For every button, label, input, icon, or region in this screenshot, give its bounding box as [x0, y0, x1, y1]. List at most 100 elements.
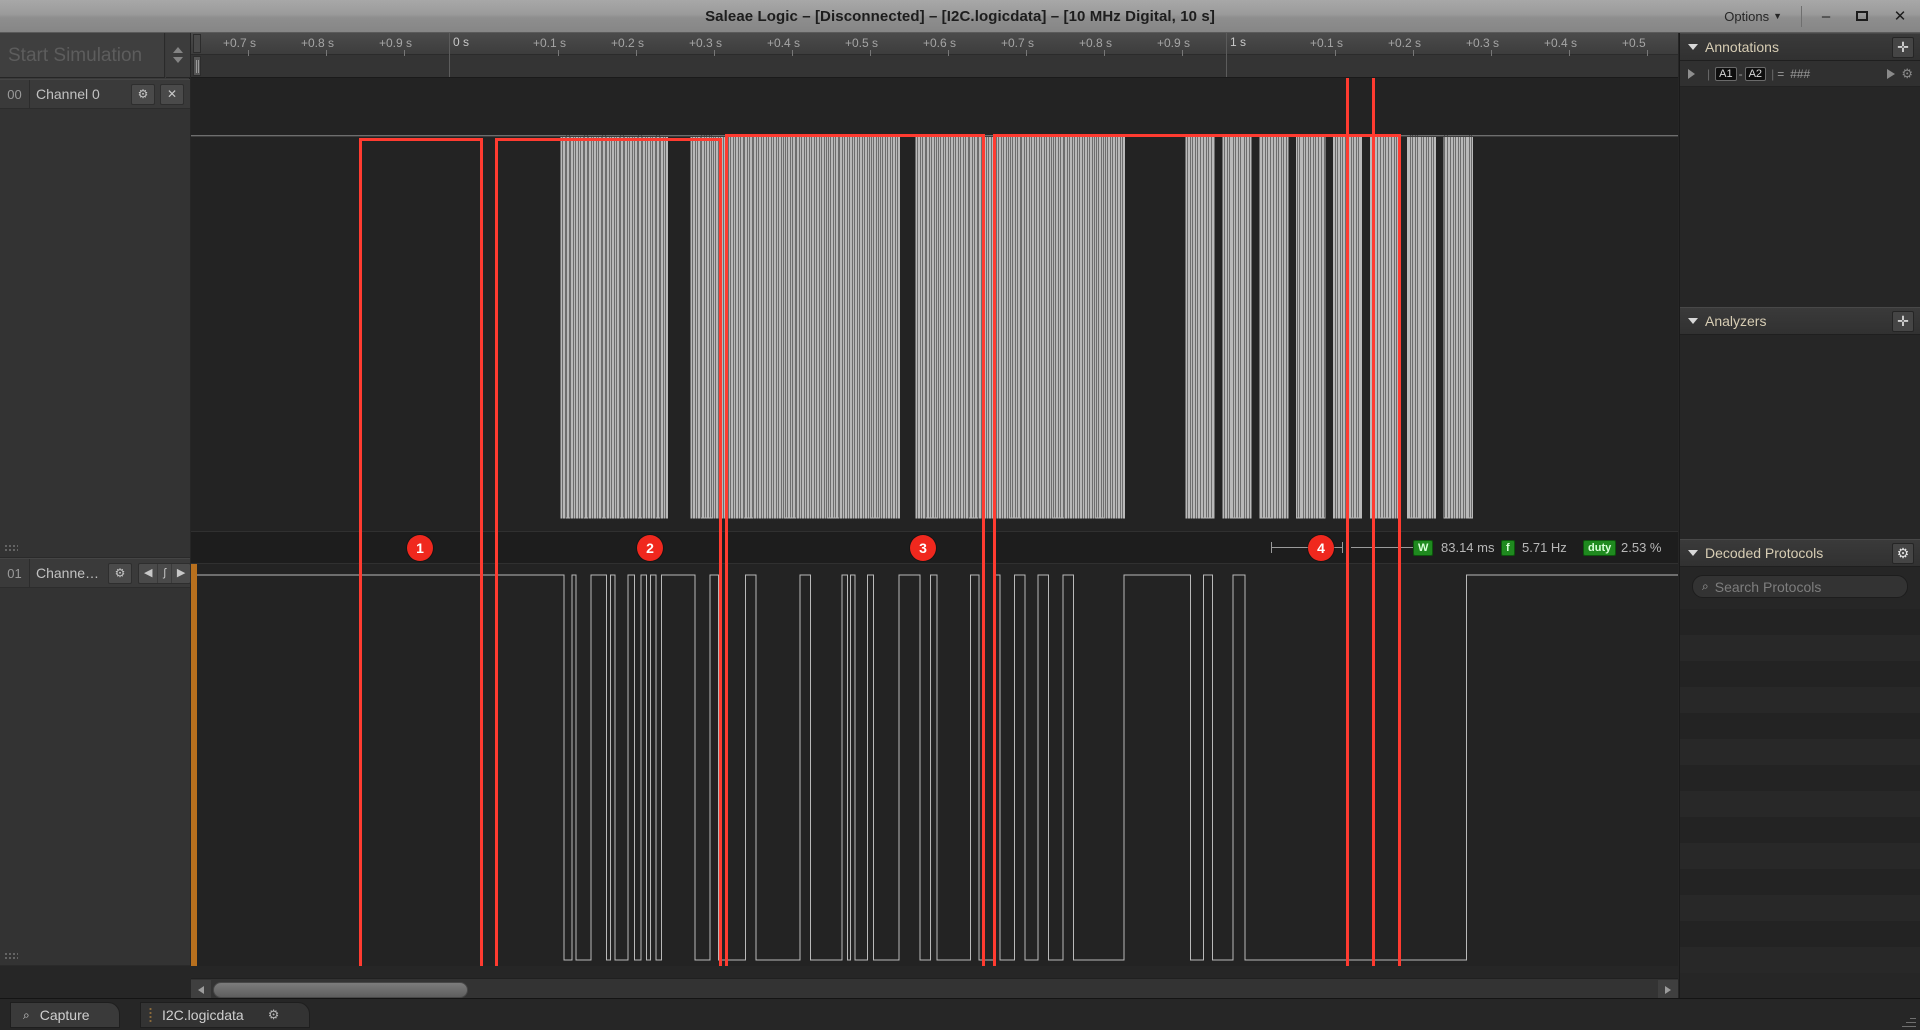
annotation-badge-1[interactable]: 1 — [407, 535, 433, 561]
options-label: Options — [1724, 9, 1770, 24]
channel-0-resize-grip[interactable] — [4, 544, 18, 553]
pipe-separator: | — [1707, 66, 1711, 81]
annotation-measure-row[interactable]: | A1 - A2 | = ### ⚙ — [1680, 61, 1920, 87]
channel-1-trigger-group[interactable]: ◀ ʃ ▶ — [138, 563, 192, 584]
ruler-zoom-handle[interactable] — [193, 56, 201, 76]
protocol-row[interactable] — [1680, 921, 1920, 947]
major-tick — [449, 33, 450, 77]
file-tab-label: I2C.logicdata — [162, 1007, 244, 1023]
horizontal-scrollbar[interactable] — [191, 978, 1678, 1000]
options-menu-button[interactable]: Options ▼ — [1716, 4, 1790, 29]
tab-file[interactable]: I2C.logicdata ⚙ — [140, 1002, 310, 1028]
decoded-protocols-gear-icon[interactable]: ⚙ — [1892, 543, 1914, 564]
scroll-left-arrow-icon[interactable] — [191, 980, 211, 1000]
add-analyzer-button[interactable]: ✛ — [1892, 311, 1914, 332]
scroll-right-arrow-icon[interactable] — [1658, 980, 1678, 1000]
minor-tick — [714, 50, 715, 56]
annotation-badge-4[interactable]: 4 — [1308, 535, 1334, 561]
minor-tick — [1647, 50, 1648, 56]
channel-row-0[interactable]: 00 Channel 0 ⚙ ✕ — [0, 79, 190, 109]
minor-label: +0.6 s — [923, 36, 957, 50]
channel-row-1[interactable]: 01 Channe… ⚙ ◀ ʃ ▶ — [0, 558, 192, 588]
protocol-row[interactable] — [1680, 609, 1920, 635]
annotations-gear-icon[interactable]: ⚙ — [1901, 66, 1913, 82]
waveform-svg — [191, 135, 1678, 961]
titlebar-divider — [1801, 6, 1802, 27]
minor-label: +0.8 s — [301, 36, 335, 50]
search-protocols-input[interactable]: ⌕ Search Protocols — [1692, 575, 1908, 598]
protocol-row[interactable] — [1680, 635, 1920, 661]
channel-sidebar: Start Simulation 00 Channel 0 ⚙ ✕ 01 Cha… — [0, 33, 192, 966]
collapse-triangle-icon[interactable] — [1688, 44, 1698, 50]
protocol-row[interactable] — [1680, 661, 1920, 687]
frequency-badge: f — [1501, 540, 1515, 556]
annotations-panel-header[interactable]: Annotations ✛ — [1680, 33, 1920, 61]
minor-tick — [248, 50, 249, 56]
minor-label: +0.1 s — [1310, 36, 1344, 50]
capture-search-icon: ⌕ — [23, 1007, 30, 1022]
waveform-canvas[interactable]: W 83.14 ms f 5.71 Hz duty 2.53 % 1 2 3 4 — [191, 78, 1678, 966]
simulation-stepper[interactable] — [166, 33, 190, 78]
annotation-delta-value: ### — [1790, 66, 1811, 81]
minor-label: +0.3 s — [1466, 36, 1500, 50]
protocol-row[interactable] — [1680, 869, 1920, 895]
major-label-1s: 1 s — [1230, 35, 1247, 49]
collapse-triangle-icon[interactable] — [1688, 318, 1698, 324]
channel-1-resize-grip[interactable] — [4, 952, 18, 961]
channel-0-high-guide — [191, 136, 1678, 137]
minor-label: +0.7 s — [1001, 36, 1035, 50]
protocol-row[interactable] — [1680, 817, 1920, 843]
marker-a2-button[interactable]: A2 — [1744, 66, 1767, 81]
trigger-position-marker[interactable] — [191, 548, 197, 966]
minor-label: +0.5 — [1622, 36, 1646, 50]
window-title: Saleae Logic – [Disconnected] – [I2C.log… — [705, 8, 1215, 25]
minor-label: +0.9 s — [1157, 36, 1191, 50]
minimize-button[interactable]: – — [1808, 0, 1844, 33]
protocol-row[interactable] — [1680, 947, 1920, 973]
protocol-row[interactable] — [1680, 843, 1920, 869]
cursor-a2[interactable] — [1372, 78, 1375, 966]
timeline-ruler[interactable]: 0 s 1 s +0.7 s +0.8 s +0.9 s +0.1 s +0.2… — [191, 33, 1678, 78]
minor-tick — [1335, 50, 1336, 56]
add-annotation-button[interactable]: ✛ — [1892, 37, 1914, 58]
window-resize-grip[interactable] — [1902, 1013, 1916, 1027]
protocol-row[interactable] — [1680, 687, 1920, 713]
protocol-row[interactable] — [1680, 765, 1920, 791]
channel-0-settings-gear-icon[interactable]: ⚙ — [131, 84, 155, 105]
collapse-triangle-icon[interactable] — [1688, 550, 1698, 556]
flag-icon — [1688, 68, 1695, 79]
protocol-row[interactable] — [1680, 713, 1920, 739]
scrollbar-thumb[interactable] — [213, 982, 468, 998]
stepper-down-icon — [173, 57, 183, 63]
measure-cap-mid — [1342, 542, 1343, 553]
trigger-next-icon[interactable]: ▶ — [170, 564, 190, 583]
protocol-row[interactable] — [1680, 895, 1920, 921]
minor-tick — [1491, 50, 1492, 56]
protocol-row[interactable] — [1680, 739, 1920, 765]
minor-tick — [1026, 50, 1027, 56]
ruler-zoom-handle-top[interactable] — [193, 34, 201, 53]
file-settings-gear-icon[interactable]: ⚙ — [268, 1007, 280, 1023]
channel-0-close-icon[interactable]: ✕ — [160, 84, 184, 105]
trigger-prev-icon[interactable]: ◀ — [139, 564, 157, 583]
analyzers-panel-header[interactable]: Analyzers ✛ — [1680, 307, 1920, 335]
protocol-row[interactable] — [1680, 791, 1920, 817]
channel-0-body — [0, 109, 190, 558]
minor-tick — [636, 50, 637, 56]
duty-value: 2.53 % — [1621, 540, 1662, 555]
marker-a1-button[interactable]: A1 — [1715, 66, 1737, 81]
close-button[interactable]: ✕ — [1882, 0, 1918, 33]
channel-1-settings-gear-icon[interactable]: ⚙ — [108, 563, 132, 584]
annotation-badge-3[interactable]: 3 — [910, 535, 936, 561]
equals-sign: = — [1777, 66, 1785, 81]
tab-capture[interactable]: ⌕ Capture — [10, 1002, 120, 1028]
play-icon[interactable] — [1887, 68, 1896, 79]
maximize-button[interactable] — [1844, 0, 1880, 33]
annotation-badge-2[interactable]: 2 — [637, 535, 663, 561]
decoded-protocols-panel-header[interactable]: Decoded Protocols ⚙ — [1680, 539, 1920, 567]
start-simulation-button[interactable]: Start Simulation — [0, 33, 165, 78]
minor-label: +0.9 s — [379, 36, 413, 50]
decoded-protocols-title: Decoded Protocols — [1705, 545, 1824, 561]
trigger-edge-icon[interactable]: ʃ — [157, 564, 170, 583]
cursor-a1[interactable] — [1346, 78, 1349, 966]
